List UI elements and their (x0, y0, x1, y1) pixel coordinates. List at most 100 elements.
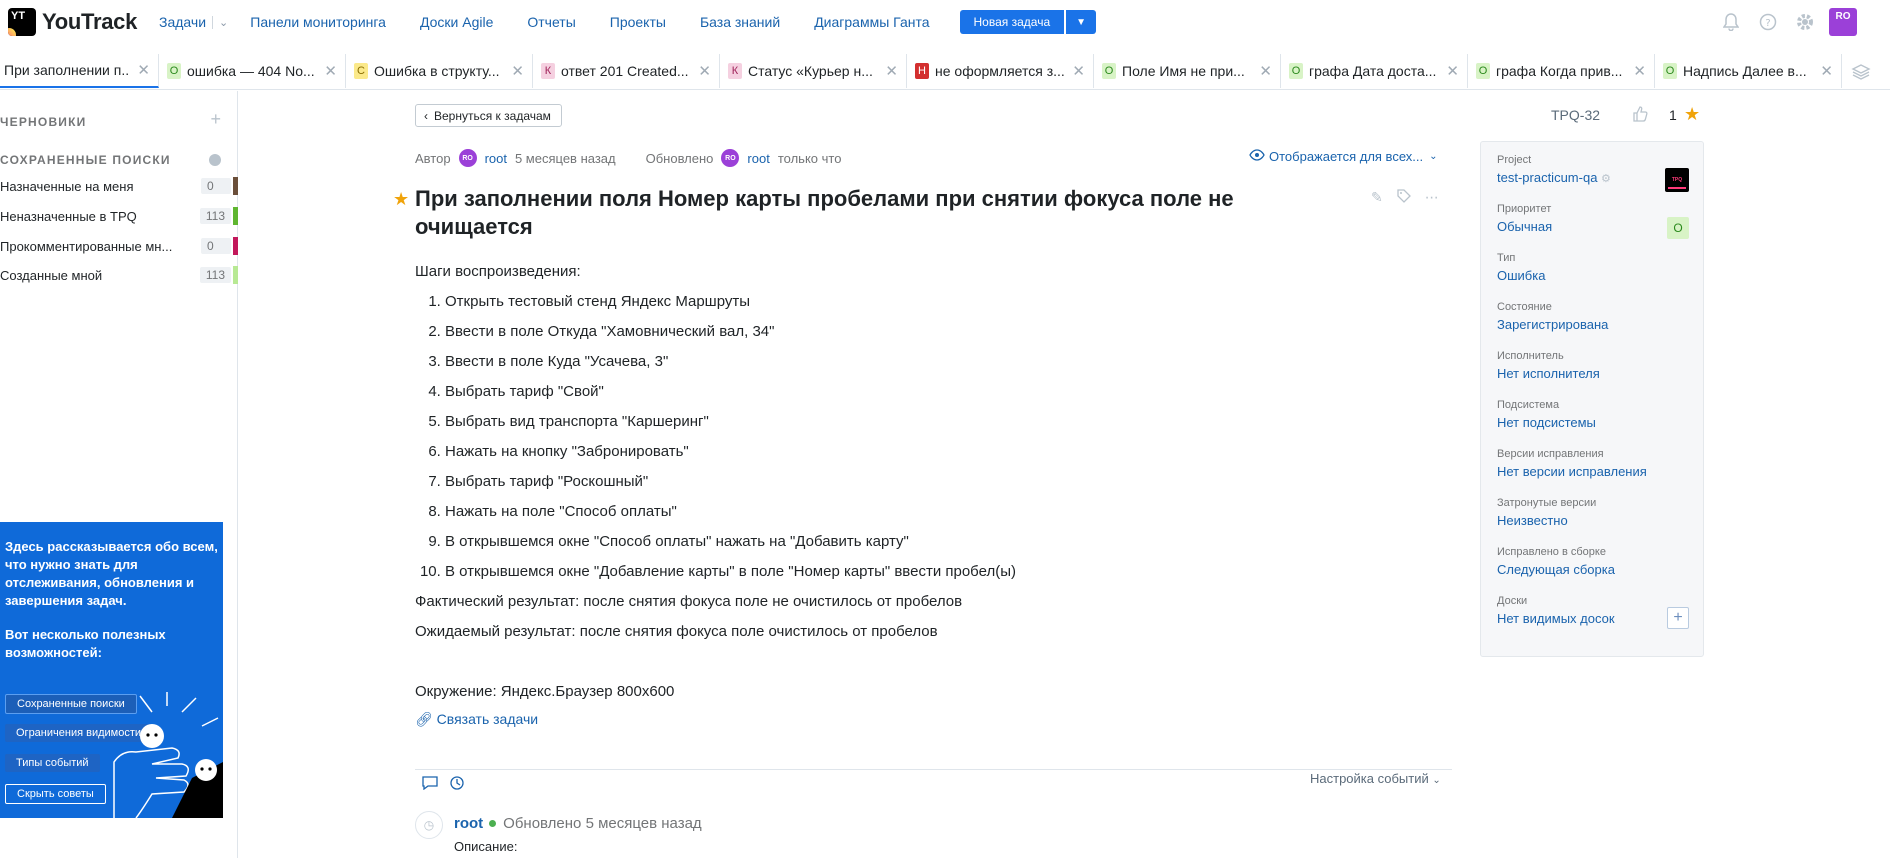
nav-gantt-charts[interactable]: Диаграммы Ганта (814, 14, 929, 30)
gear-icon[interactable] (1795, 12, 1815, 32)
tab-issue-7[interactable]: О Поле Имя не при... ✕ (1094, 54, 1281, 88)
close-icon[interactable]: ✕ (511, 62, 524, 80)
list-item: В открывшемся окне "Способ оплаты" нажат… (445, 527, 1375, 557)
close-icon[interactable]: ✕ (1820, 62, 1833, 80)
new-issue-button[interactable]: Новая задача (959, 10, 1065, 34)
nav-projects[interactable]: Проекты (610, 14, 666, 30)
list-item: Выбрать тариф "Роскошный" (445, 467, 1375, 497)
issue-type-icon: К (728, 63, 742, 79)
list-item: Ввести в поле Куда "Усачева, 3" (445, 347, 1375, 377)
star-icon[interactable]: ★ (1684, 104, 1700, 125)
add-draft-icon[interactable]: + (210, 109, 221, 130)
expected-result: Ожидаемый результат: после снятия фокуса… (415, 623, 938, 640)
top-right-tools: ? RO (1704, 8, 1857, 36)
issue-id[interactable]: TPQ-32 (1551, 107, 1600, 123)
new-issue-dropdown-button[interactable]: ▼ (1066, 10, 1097, 34)
field-type[interactable]: Тип Ошибка (1497, 252, 1545, 286)
tab-issue-2[interactable]: О ошибка — 404 No... ✕ (159, 54, 346, 88)
field-priority[interactable]: Приоритет Обычная (1497, 203, 1552, 237)
chevron-down-icon[interactable]: ⌄ (212, 15, 228, 29)
close-icon[interactable]: ✕ (1446, 62, 1459, 80)
issue-view: ‹ Вернуться к задачам TPQ-32 1 ★ Автор R… (239, 91, 1890, 858)
bell-icon[interactable] (1721, 12, 1741, 32)
logo[interactable]: YT YouTrack (8, 8, 137, 36)
activity-author[interactable]: root (454, 815, 483, 832)
saved-search-count: 113 (199, 208, 231, 224)
field-project[interactable]: Project test-practicum-qa ⚙ (1497, 154, 1611, 188)
saved-searches-heading[interactable]: СОХРАНЕННЫЕ ПОИСКИ (0, 153, 171, 167)
activity-time: Обновлено 5 месяцев назад (503, 815, 702, 832)
close-icon[interactable]: ✕ (1072, 62, 1085, 80)
close-icon[interactable]: ✕ (324, 62, 337, 80)
tab-issue-8[interactable]: О графа Дата доста... ✕ (1281, 54, 1468, 88)
tab-issue-3[interactable]: С Ошибка в структу... ✕ (346, 54, 533, 88)
nav-agile-boards[interactable]: Доски Agile (420, 14, 493, 30)
field-value: Нет видимых досок (1497, 611, 1615, 626)
layers-icon[interactable] (1842, 54, 1880, 89)
nav-reports[interactable]: Отчеты (527, 14, 575, 30)
activity-header: root Обновлено 5 месяцев назад (454, 815, 702, 832)
link-issues-button[interactable]: 🔗︎ Связать задачи (415, 711, 538, 728)
field-fixed-in-build[interactable]: Исправлено в сборке Следующая сборка (1497, 546, 1615, 580)
activity-settings-dropdown[interactable]: Настройка событий ⌄ (1310, 771, 1441, 786)
nav-issues[interactable]: Задачи (159, 14, 206, 30)
close-icon[interactable]: ✕ (885, 62, 898, 80)
tab-issue-6[interactable]: Н не оформляется з... ✕ (907, 54, 1094, 88)
nav-knowledge-base[interactable]: База знаний (700, 14, 780, 30)
add-board-button[interactable]: + (1667, 607, 1689, 629)
tag-icon[interactable] (1397, 189, 1411, 206)
saved-search-assigned-to-me[interactable]: Назначенные на меня 0 (0, 174, 238, 198)
issue-title[interactable]: При заполнении поля Номер карты пробелам… (415, 185, 1275, 241)
tab-label: ошибка — 404 No... (187, 63, 315, 79)
saved-search-count: 113 (199, 267, 231, 283)
visibility-dropdown[interactable]: Отображается для всех... ⌄ (1249, 149, 1438, 164)
field-boards[interactable]: Доски Нет видимых досок (1497, 595, 1615, 629)
settings-gear-icon[interactable] (209, 154, 221, 166)
back-to-issues-button[interactable]: ‹ Вернуться к задачам (415, 104, 562, 127)
saved-search-unassigned[interactable]: Неназначенные в TPQ 113 (0, 204, 238, 228)
history-icon[interactable] (450, 776, 464, 793)
saved-search-created-by-me[interactable]: Созданные мной 113 (0, 263, 238, 287)
drafts-heading[interactable]: ЧЕРНОВИКИ (0, 115, 86, 129)
tab-issue-4[interactable]: К ответ 201 Created... ✕ (533, 54, 720, 88)
comment-icon[interactable] (422, 776, 438, 793)
close-icon[interactable]: ✕ (698, 62, 711, 80)
saved-search-count: 0 (201, 178, 231, 194)
online-status-icon (489, 820, 497, 827)
close-icon[interactable]: ✕ (1633, 62, 1646, 80)
activity-body: Описание: (454, 839, 518, 854)
saved-search-commented[interactable]: Прокомментированные мн... 0 (0, 234, 238, 258)
list-item: Нажать на кнопку "Забронировать" (445, 437, 1375, 467)
field-assignee[interactable]: Исполнитель Нет исполнителя (1497, 350, 1600, 384)
tip-event-types-button[interactable]: Типы событий (5, 754, 100, 772)
close-icon[interactable]: ✕ (137, 61, 150, 79)
issue-type-icon: О (1476, 63, 1490, 79)
field-value: Ошибка (1497, 268, 1546, 283)
more-icon[interactable]: ⋯ (1425, 189, 1439, 206)
help-icon[interactable]: ? (1758, 12, 1778, 32)
pencil-icon[interactable]: ✎ (1371, 189, 1383, 206)
tab-issue-10[interactable]: О Надпись Далее в... ✕ (1655, 54, 1842, 88)
user-avatar[interactable]: RO (1829, 8, 1857, 36)
nav-dashboards[interactable]: Панели мониторинга (250, 14, 386, 30)
field-label: Состояние (1497, 301, 1552, 313)
link-issues-label: Связать задачи (436, 711, 539, 727)
tips-panel: Здесь рассказывается обо всем, что нужно… (0, 522, 223, 818)
history-icon: ◷ (415, 811, 443, 839)
field-value: Неизвестно (1497, 513, 1568, 528)
tab-issue-5[interactable]: К Статус «Курьер н... ✕ (720, 54, 907, 88)
star-icon[interactable]: ★ (393, 189, 409, 210)
field-label: Подсистема (1497, 399, 1560, 411)
close-icon[interactable]: ✕ (1259, 62, 1272, 80)
tab-issue-9[interactable]: О графа Когда прив... ✕ (1468, 54, 1655, 88)
tab-label: ответ 201 Created... (561, 63, 689, 79)
tab-issue-1[interactable]: При заполнении п... ✕ (0, 54, 159, 88)
field-state[interactable]: Состояние Зарегистрирована (1497, 301, 1608, 335)
author-name[interactable]: root (485, 151, 507, 166)
thumbs-up-icon[interactable] (1632, 106, 1648, 127)
updater-name[interactable]: root (747, 151, 769, 166)
hide-tips-button[interactable]: Скрыть советы (5, 784, 106, 804)
field-affected-versions[interactable]: Затронутые версии Неизвестно (1497, 497, 1596, 531)
field-fix-versions[interactable]: Версии исправления Нет версии исправлени… (1497, 448, 1647, 482)
field-subsystem[interactable]: Подсистема Нет подсистемы (1497, 399, 1596, 433)
